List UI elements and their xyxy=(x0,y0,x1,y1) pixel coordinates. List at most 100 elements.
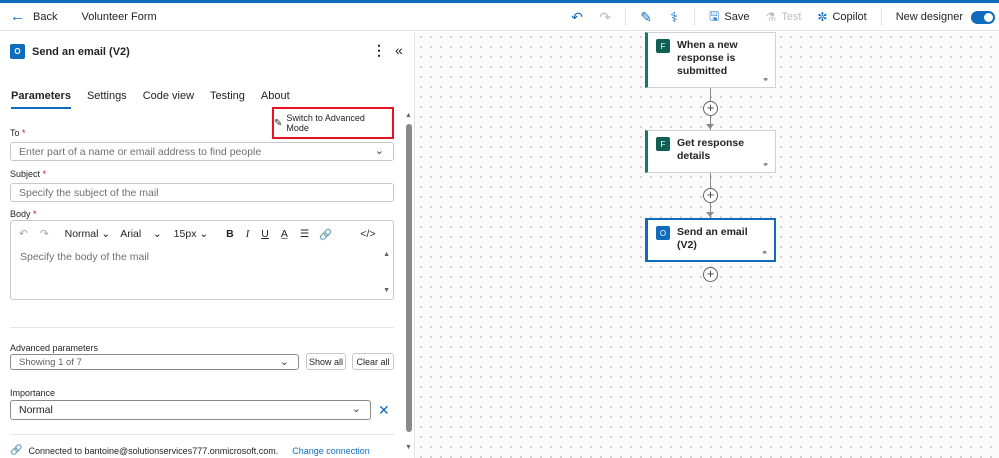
to-label: To * xyxy=(10,128,26,138)
forms-icon: F xyxy=(656,137,670,151)
copilot-icon: ✼ xyxy=(817,10,828,24)
card-title: Get response details xyxy=(677,137,745,162)
advanced-parameters-select[interactable]: Showing 1 of 7 ⌄ xyxy=(10,354,299,370)
divider xyxy=(10,327,394,328)
tab-testing[interactable]: Testing xyxy=(210,90,245,109)
test-button[interactable]: ⚗ Test xyxy=(765,10,801,24)
font-size-select[interactable]: 15px ⌄ xyxy=(174,228,209,240)
body-placeholder: Specify the body of the mail xyxy=(20,251,149,263)
clear-all-button[interactable]: Clear all xyxy=(352,353,394,370)
advanced-mode-label: Switch to Advanced Mode xyxy=(286,113,365,133)
command-bar: ← Back Volunteer Form ↶ ↷ ✎ ⚕ 🖫 Save ⚗ T… xyxy=(0,3,999,31)
importance-value: Normal xyxy=(19,404,53,416)
divider xyxy=(625,8,627,26)
code-view-icon[interactable]: </> xyxy=(360,228,375,240)
underline-icon[interactable]: U xyxy=(261,228,269,240)
importance-label: Importance xyxy=(10,388,56,398)
send-email-card[interactable]: O Send an email (V2) ⚭ xyxy=(645,218,776,262)
arrow-left-icon: ← xyxy=(10,8,25,25)
undo-icon[interactable]: ↶ xyxy=(19,228,28,240)
redo-icon[interactable]: ↷ xyxy=(40,228,49,240)
divider xyxy=(10,434,394,435)
to-field[interactable]: Enter part of a name or email address to… xyxy=(10,142,394,161)
save-icon: 🖫 xyxy=(709,8,720,23)
save-label: Save xyxy=(724,11,750,23)
add-step-button[interactable]: + xyxy=(703,188,718,203)
copilot-label: Copilot xyxy=(832,11,867,23)
advanced-parameters-value: Showing 1 of 7 xyxy=(19,356,82,368)
divider xyxy=(880,8,882,26)
command-bar-actions: ↶ ↷ ✎ ⚕ 🖫 Save ⚗ Test ✼ Copilot New desi… xyxy=(563,3,999,31)
card-header: F When a new response is submitted xyxy=(648,33,775,78)
tab-code-view[interactable]: Code view xyxy=(143,90,194,109)
connection-footer: 🔗 Connected to bantoine@solutionservices… xyxy=(10,445,370,456)
new-designer-toggle[interactable] xyxy=(971,10,995,24)
add-step-button[interactable]: + xyxy=(703,101,718,116)
new-designer-label: New designer xyxy=(895,11,963,23)
flow-name: Volunteer Form xyxy=(81,10,157,23)
flask-icon: ⚗ xyxy=(765,10,777,24)
show-all-button[interactable]: Show all xyxy=(306,353,346,370)
more-options-icon[interactable]: ⋮ xyxy=(372,42,386,59)
panel-header: O Send an email (V2) xyxy=(10,44,130,59)
outlook-icon: O xyxy=(656,226,670,240)
arrow-down-icon xyxy=(706,212,714,217)
highlight-icon[interactable]: ☰ xyxy=(300,228,309,240)
panel-scrollbar[interactable]: ▲ ▼ xyxy=(405,112,413,454)
panel-tabs: Parameters Settings Code view Testing Ab… xyxy=(11,90,306,109)
add-step-button[interactable]: + xyxy=(703,267,718,282)
tab-parameters[interactable]: Parameters xyxy=(11,90,71,109)
flow-checker-icon[interactable]: ⚕ xyxy=(660,9,688,26)
collapse-panel-icon[interactable]: « xyxy=(395,42,403,58)
chevron-down-icon[interactable]: ⌄ xyxy=(375,144,384,157)
undo-icon[interactable]: ↶ xyxy=(563,9,591,26)
back-label: Back xyxy=(33,10,58,23)
rich-text-toolbar: ↶ ↷ Normal ⌄ Arial ⌄ 15px ⌄ B I U A̲ ☰ 🔗… xyxy=(11,221,393,247)
divider xyxy=(694,8,696,26)
scroll-down-icon[interactable]: ▼ xyxy=(405,444,412,451)
importance-select[interactable]: Normal ⌄ xyxy=(10,400,371,420)
font-color-icon[interactable]: A̲ xyxy=(281,228,288,240)
outlook-icon: O xyxy=(10,44,25,59)
link-icon: ⚭ xyxy=(762,160,769,169)
to-placeholder: Enter part of a name or email address to… xyxy=(19,145,262,158)
forms-icon: F xyxy=(656,39,670,53)
get-response-card[interactable]: F Get response details ⚭ xyxy=(645,130,776,173)
scroll-up-icon[interactable]: ▲ xyxy=(405,112,412,119)
card-header: O Send an email (V2) xyxy=(648,220,774,252)
comments-icon[interactable]: ✎ xyxy=(632,9,660,26)
link-icon[interactable]: 🔗 xyxy=(319,228,332,241)
trigger-card[interactable]: F When a new response is submitted ⚭ xyxy=(645,32,776,88)
bold-icon[interactable]: B xyxy=(226,228,234,240)
redo-icon[interactable]: ↷ xyxy=(591,9,619,26)
action-details-panel: O Send an email (V2) ⋮ « Parameters Sett… xyxy=(0,32,415,458)
card-title: When a new response is submitted xyxy=(677,39,738,77)
italic-icon[interactable]: I xyxy=(246,229,250,240)
scrollbar-thumb[interactable] xyxy=(406,124,412,432)
card-header: F Get response details xyxy=(648,131,775,163)
subject-field[interactable]: Specify the subject of the mail xyxy=(10,183,394,202)
chevron-down-icon[interactable]: ⌄ xyxy=(352,402,361,415)
change-connection-link[interactable]: Change connection xyxy=(292,446,370,456)
back-button[interactable]: ← Back xyxy=(10,9,57,24)
advanced-mode-icon: ✎ xyxy=(274,117,283,129)
scroll-up-icon[interactable]: ▲ xyxy=(383,251,390,258)
designer-canvas[interactable]: F When a new response is submitted ⚭ + F… xyxy=(416,32,999,458)
switch-advanced-mode-button[interactable]: ✎ Switch to Advanced Mode xyxy=(272,107,394,139)
chevron-down-icon[interactable]: ⌄ xyxy=(280,355,289,368)
subject-placeholder: Specify the subject of the mail xyxy=(19,186,159,199)
panel-title: Send an email (V2) xyxy=(32,45,130,58)
copilot-button[interactable]: ✼ Copilot xyxy=(817,10,866,24)
remove-parameter-icon[interactable]: ✕ xyxy=(378,402,390,419)
format-select[interactable]: Normal ⌄ xyxy=(65,228,111,240)
body-editor[interactable]: ↶ ↷ Normal ⌄ Arial ⌄ 15px ⌄ B I U A̲ ☰ 🔗… xyxy=(10,220,394,300)
font-select[interactable]: Arial ⌄ xyxy=(120,228,161,240)
link-icon: ⚭ xyxy=(762,75,769,84)
arrow-down-icon xyxy=(706,124,714,129)
card-title: Send an email (V2) xyxy=(677,226,748,251)
tab-settings[interactable]: Settings xyxy=(87,90,127,109)
save-button[interactable]: 🖫 Save xyxy=(709,7,749,28)
body-label: Body * xyxy=(10,209,37,219)
subject-label: Subject * xyxy=(10,169,47,179)
scroll-down-icon[interactable]: ▼ xyxy=(383,287,390,294)
